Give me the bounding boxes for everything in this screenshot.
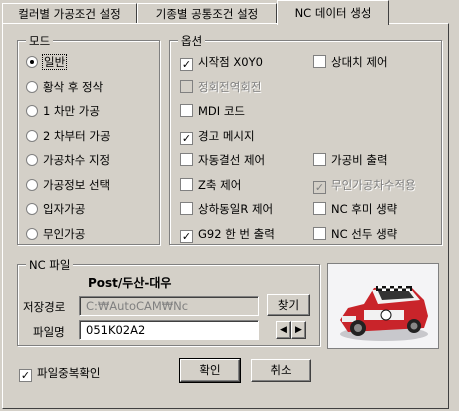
radio-button-icon xyxy=(26,129,38,142)
dup-check-box: ✓ xyxy=(19,369,32,382)
left-checkbox-label: 자동결선 제어 xyxy=(198,153,266,167)
right-checkbox-0[interactable]: 상대치 제어 xyxy=(313,54,388,70)
mode-radio-label: 입자가공 xyxy=(43,202,86,216)
left-checkbox-label: 정회전역회전 xyxy=(198,79,262,94)
filename-label: 파일명 xyxy=(33,325,65,339)
browse-button[interactable]: 찾기 xyxy=(267,294,310,316)
dup-check-label: 파일중복확인 xyxy=(37,366,101,380)
checkbox-icon xyxy=(313,202,326,215)
mode-radio-2[interactable]: 1 차만 가공 xyxy=(26,103,100,119)
tab-nc-data[interactable]: NC 데이터 생성 xyxy=(277,0,389,25)
right-checkbox-label: 상대치 제어 xyxy=(331,55,388,69)
left-checkbox-6[interactable]: 상하동일R 제어 xyxy=(180,201,273,217)
radio-button-icon xyxy=(26,56,38,68)
radio-button-icon xyxy=(26,203,38,215)
right-checkbox-2: ✓ 무인가공차수적용 xyxy=(313,177,416,194)
post-machine-label: Post/두산-대우 xyxy=(88,276,172,290)
ok-button[interactable]: 확인 xyxy=(179,358,241,383)
mode-radio-label: 황삭 후 정삭 xyxy=(43,79,104,94)
mode-radio-5[interactable]: 가공정보 선택 xyxy=(26,177,110,193)
radio-button-icon xyxy=(26,80,38,93)
left-checkbox-label: 시작점 X0Y0 xyxy=(198,55,263,69)
checkbox-icon: ✓ xyxy=(180,229,193,243)
save-path-label: 저장경로 xyxy=(23,300,66,314)
mode-radio-label: 가공정보 선택 xyxy=(43,177,111,192)
checkbox-icon xyxy=(180,104,193,117)
panel-edge xyxy=(449,23,459,411)
mode-radio-label: 1 차만 가공 xyxy=(43,104,100,118)
car-illustration xyxy=(340,286,428,341)
left-checkbox-label: MDI 코드 xyxy=(198,104,245,118)
tab-bar: 컬러별 가공조건 설정 기종별 공통조건 설정 NC 데이터 생성 xyxy=(0,0,459,25)
mode-radio-6[interactable]: 입자가공 xyxy=(26,201,85,217)
right-checkbox-4[interactable]: NC 선두 생략 xyxy=(313,226,397,242)
nc-file-group-title: NC 파일 xyxy=(26,257,74,273)
right-checkbox-3[interactable]: NC 후미 생략 xyxy=(313,201,397,217)
right-checkbox-label: 무인가공차수적용 xyxy=(331,177,416,192)
left-checkbox-4[interactable]: 자동결선 제어 xyxy=(180,152,265,168)
mode-radio-1[interactable]: 황삭 후 정삭 xyxy=(26,79,103,95)
left-checkbox-label: 경고 메시지 xyxy=(198,128,255,143)
checkbox-icon: ✓ xyxy=(180,131,193,145)
checkbox-icon xyxy=(313,55,326,68)
mode-radio-4[interactable]: 가공차수 지정 xyxy=(26,152,110,168)
right-arrow-icon: ▶ xyxy=(295,325,302,335)
dup-check-checkbox[interactable]: ✓ 파일중복확인 xyxy=(19,365,101,382)
left-checkbox-label: 상하동일R 제어 xyxy=(198,202,274,216)
car-image xyxy=(327,263,439,349)
next-arrow-button[interactable]: ▶ xyxy=(291,321,306,339)
right-checkbox-1[interactable]: 가공비 출력 xyxy=(313,152,388,168)
left-checkbox-1: 정회전역회전 xyxy=(180,79,261,95)
left-arrow-icon: ◀ xyxy=(280,325,287,335)
mode-radio-3[interactable]: 2 차부터 가공 xyxy=(26,128,111,144)
checkbox-icon: ✓ xyxy=(180,58,193,71)
checkbox-icon xyxy=(180,177,193,191)
checkbox-icon xyxy=(313,153,326,166)
options-group-title: 옵션 xyxy=(178,33,206,49)
cancel-button[interactable]: 취소 xyxy=(251,359,311,382)
mode-radio-label: 무인가공 xyxy=(43,226,86,241)
left-checkbox-3[interactable]: ✓ 경고 메시지 xyxy=(180,128,255,145)
mode-group-title: 모드 xyxy=(26,33,54,49)
right-checkbox-label: NC 선두 생략 xyxy=(331,226,398,241)
left-checkbox-7[interactable]: ✓ G92 한 번 출력 xyxy=(180,226,275,243)
mode-radio-7[interactable]: 무인가공 xyxy=(26,226,85,242)
mode-radio-0[interactable]: 일반 xyxy=(26,54,68,70)
mode-radio-label: 2 차부터 가공 xyxy=(43,128,111,143)
mode-radio-label: 가공차수 지정 xyxy=(43,153,111,167)
checkbox-icon xyxy=(313,226,326,240)
radio-button-icon xyxy=(26,227,38,240)
save-path-field[interactable]: C:₩AutoCAM₩Nc xyxy=(79,296,259,316)
mode-radio-label: 일반 xyxy=(41,54,68,70)
tab-machine-conditions[interactable]: 기종별 공통조건 설정 xyxy=(137,3,277,23)
checkbox-icon xyxy=(180,202,193,215)
radio-button-icon xyxy=(26,154,38,166)
checkbox-icon xyxy=(180,153,193,166)
radio-button-icon xyxy=(26,105,38,117)
radio-button-icon xyxy=(26,178,38,191)
left-checkbox-2[interactable]: MDI 코드 xyxy=(180,103,245,119)
left-checkbox-label: G92 한 번 출력 xyxy=(198,226,275,241)
right-checkbox-label: NC 후미 생략 xyxy=(331,202,398,216)
filename-field[interactable]: 051K02A2 xyxy=(79,320,259,340)
checkbox-icon xyxy=(180,79,193,93)
left-checkbox-5[interactable]: Z축 제어 xyxy=(180,177,241,193)
right-checkbox-label: 가공비 출력 xyxy=(331,153,388,167)
left-checkbox-label: Z축 제어 xyxy=(198,177,242,192)
checkbox-icon: ✓ xyxy=(313,180,326,194)
left-checkbox-0[interactable]: ✓ 시작점 X0Y0 xyxy=(180,54,263,71)
prev-arrow-button[interactable]: ◀ xyxy=(276,321,291,339)
tab-color-conditions[interactable]: 컬러별 가공조건 설정 xyxy=(2,3,137,23)
